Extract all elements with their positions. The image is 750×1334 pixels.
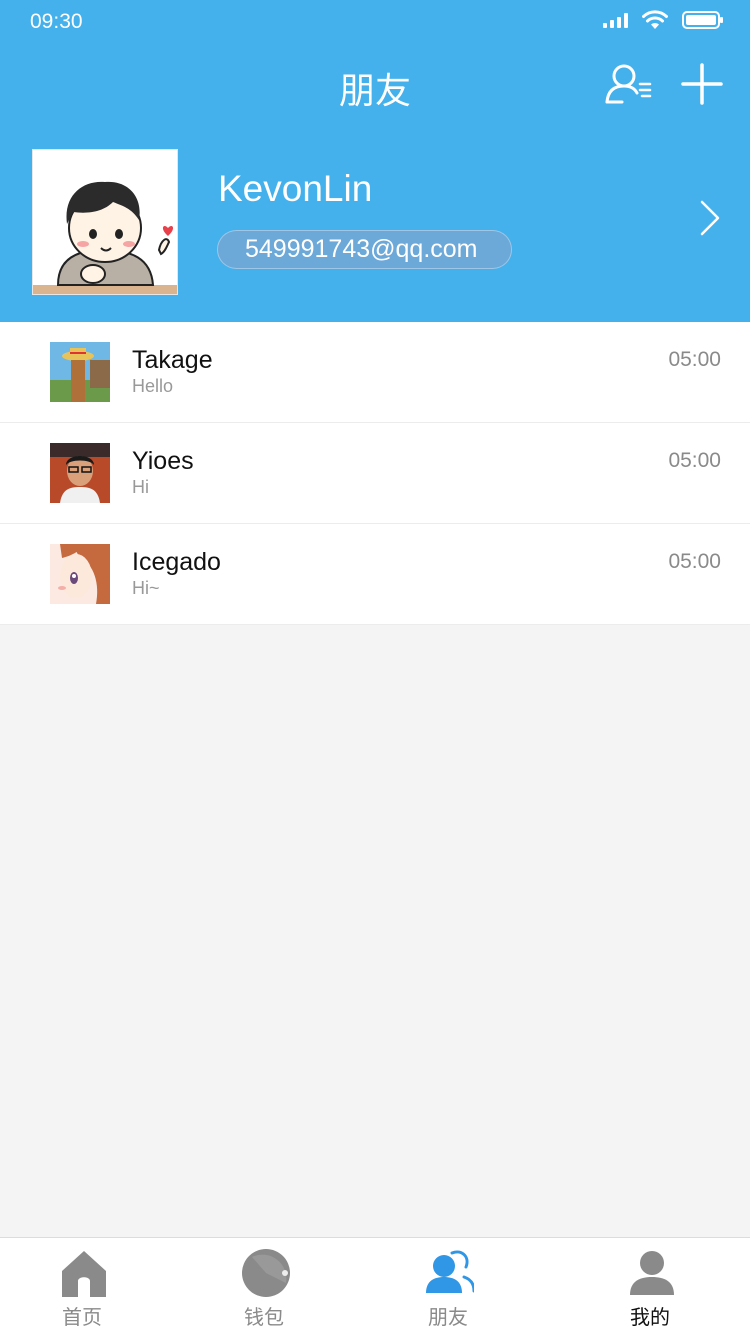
friend-message: Hi (132, 477, 149, 497)
friend-message: Hi~ (132, 578, 160, 598)
profile-avatar[interactable] (32, 149, 178, 295)
tab-bar: 首页 钱包 朋友 我的 (0, 1237, 750, 1334)
tab-home[interactable]: 首页 (22, 1238, 142, 1334)
header: 09:30 朋友 KevonLin 549991743@qq.com (0, 0, 750, 322)
friends-icon (426, 1250, 474, 1293)
tab-wallet[interactable]: 钱包 (204, 1238, 324, 1334)
friend-avatar (50, 342, 110, 402)
friend-name: Takage (132, 346, 213, 374)
friend-message: Hello (132, 376, 174, 396)
tab-label: 我的 (630, 1305, 670, 1329)
status-icons (603, 10, 723, 30)
friend-row-takage[interactable]: Takage Hello 05:00 (0, 322, 750, 423)
tab-me[interactable]: 我的 (590, 1238, 710, 1334)
friend-name: Yioes (132, 447, 194, 475)
status-time: 09:30 (30, 10, 83, 33)
friend-row-yioes[interactable]: Yioes Hi 05:00 (0, 423, 750, 524)
profile-avatar-illustration (33, 150, 177, 294)
friend-time: 05:00 (668, 449, 721, 472)
friend-avatar (50, 443, 110, 503)
tab-label: 钱包 (244, 1305, 284, 1329)
friend-row-icegado[interactable]: Icegado Hi~ 05:00 (0, 524, 750, 625)
tab-label: 首页 (62, 1305, 102, 1329)
chevron-right-icon[interactable] (696, 198, 724, 238)
add-icon[interactable] (680, 62, 724, 106)
home-icon (62, 1251, 106, 1297)
profile-name: KevonLin (218, 168, 373, 209)
tab-label: 朋友 (428, 1305, 468, 1329)
contacts-icon[interactable] (604, 62, 654, 106)
wifi-icon (642, 10, 668, 29)
wallet-icon (242, 1249, 290, 1297)
friend-avatar (50, 544, 110, 604)
friend-time: 05:00 (668, 348, 721, 371)
battery-icon (682, 11, 723, 29)
friend-time: 05:00 (668, 550, 721, 573)
profile-email-badge: 549991743@qq.com (217, 230, 512, 269)
tab-friends[interactable]: 朋友 (388, 1238, 508, 1334)
profile-icon (630, 1251, 674, 1295)
signal-icon (603, 12, 628, 28)
friend-list: Takage Hello 05:00 Yioes Hi 05:00 Icegad… (0, 322, 750, 625)
status-bar: 09:30 (0, 0, 750, 42)
friend-name: Icegado (132, 548, 221, 576)
